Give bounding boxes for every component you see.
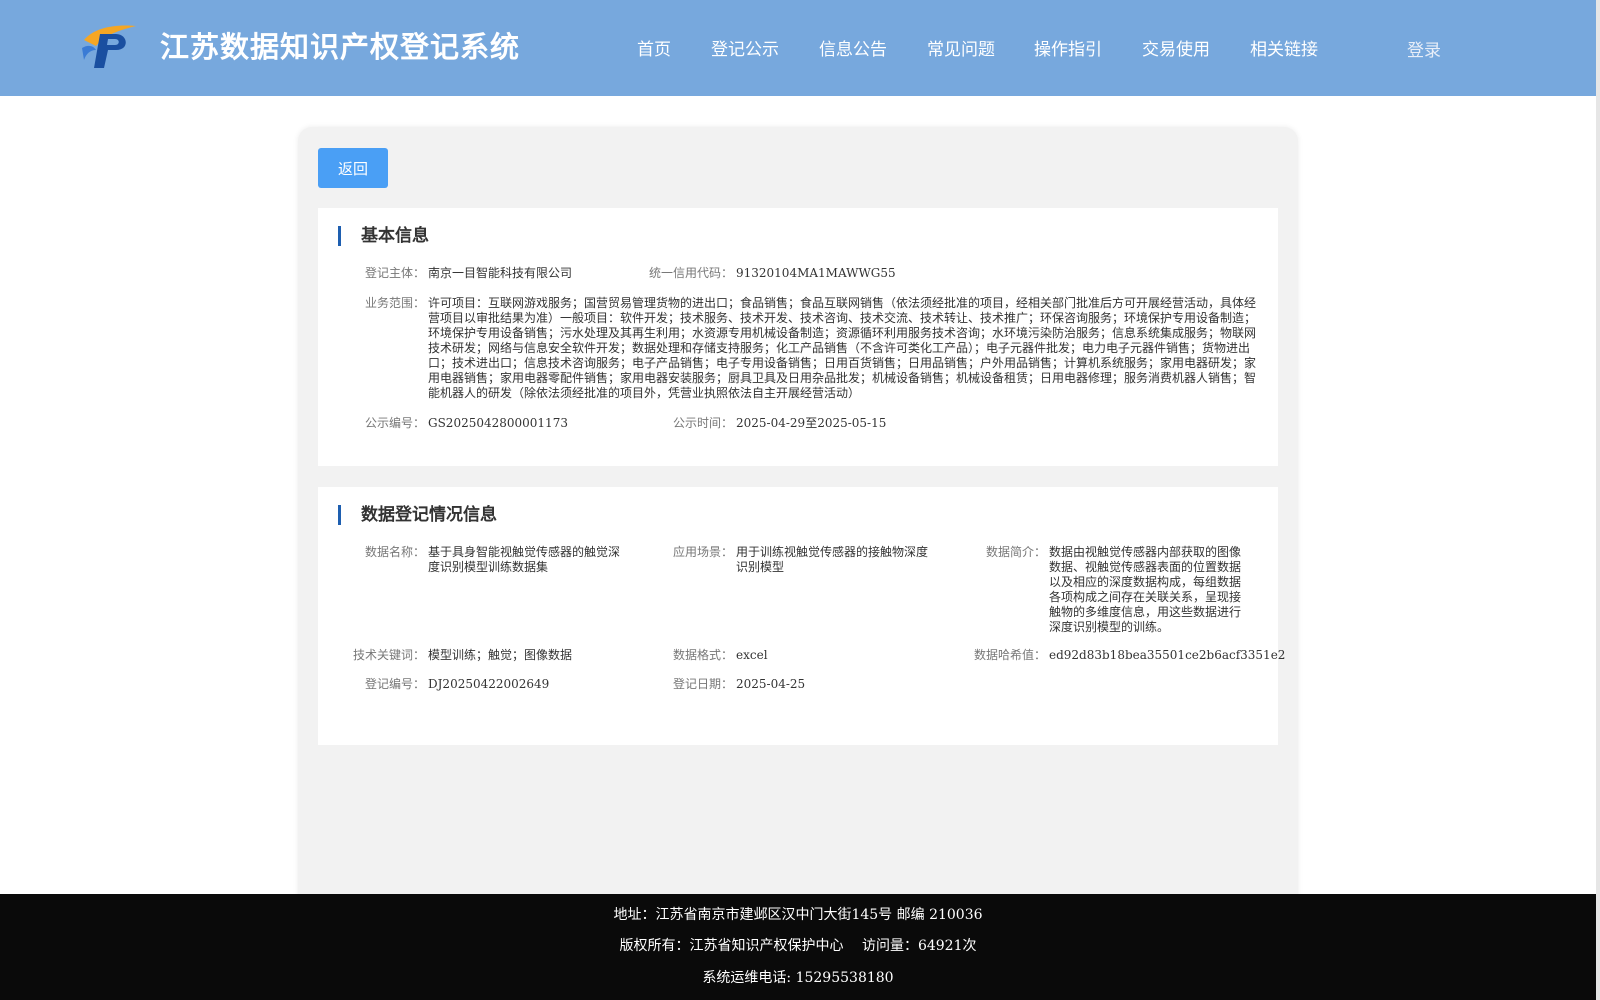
scenario-label: 应用场景： xyxy=(672,545,733,559)
publicity-time-label: 公示时间： xyxy=(672,416,733,430)
hash-label: 数据哈希值： xyxy=(973,648,1046,662)
nav-announcements[interactable]: 信息公告 xyxy=(819,35,887,60)
keywords-label: 技术关键词： xyxy=(352,648,425,662)
registration-date-label: 登记日期： xyxy=(672,677,733,691)
nav-registration-publicity[interactable]: 登记公示 xyxy=(711,35,779,60)
nav-faq[interactable]: 常见问题 xyxy=(927,35,995,60)
nav-trade-use[interactable]: 交易使用 xyxy=(1142,35,1210,60)
data-intro-label: 数据简介： xyxy=(985,545,1046,559)
publicity-no-label: 公示编号： xyxy=(364,416,425,430)
publicity-no-value: GS2025042800001173 xyxy=(428,416,568,430)
data-intro-value: 数据由视触觉传感器内部获取的图像数据、视触觉传感器表面的位置数据以及相应的深度数… xyxy=(1049,545,1242,634)
footer-phone: 系统运维电话: 15295538180 xyxy=(702,970,894,986)
credit-code-label: 统一信用代码： xyxy=(648,266,733,280)
credit-code-value: 91320104MA1MAWWG55 xyxy=(736,266,896,280)
nav-home[interactable]: 首页 xyxy=(637,35,671,60)
nav-related-links[interactable]: 相关链接 xyxy=(1250,35,1318,60)
format-label: 数据格式： xyxy=(672,648,733,662)
entity-label: 登记主体： xyxy=(364,266,425,280)
footer-address: 地址：江苏省南京市建邺区汉中门大街145号 邮编 210036 xyxy=(613,907,983,923)
detail-container: 返回 基本信息 登记主体： 南京一目智能科技有限公司 统一信用代码： 91320… xyxy=(298,127,1298,917)
site-footer: 地址：江苏省南京市建邺区汉中门大街145号 邮编 210036 版权所有：江苏省… xyxy=(0,894,1596,1000)
publicity-time-value: 2025-04-29至2025-05-15 xyxy=(736,416,887,430)
section-title-data: 数据登记情况信息 xyxy=(338,505,497,525)
scenario-value: 用于训练视触觉传感器的接触物深度识别模型 xyxy=(736,545,929,574)
back-button[interactable]: 返回 xyxy=(318,148,388,188)
data-registration-card: 数据登记情况信息 数据名称： 基于具身智能视触觉传感器的触觉深度识别模型训练数据… xyxy=(318,487,1285,745)
scope-label: 业务范围： xyxy=(364,296,425,310)
login-link[interactable]: 登录 xyxy=(1407,36,1441,61)
keywords-value: 模型训练；触觉；图像数据 xyxy=(428,648,573,662)
basic-info-card: 基本信息 登记主体： 南京一目智能科技有限公司 统一信用代码： 91320104… xyxy=(318,208,1278,466)
data-name-label: 数据名称： xyxy=(364,545,425,559)
site-header: 江苏数据知识产权登记系统 首页 登记公示 信息公告 常见问题 操作指引 交易使用… xyxy=(0,0,1596,96)
registration-date-value: 2025-04-25 xyxy=(736,677,806,691)
registration-no-value: DJ20250422002649 xyxy=(428,677,550,691)
hash-value: ed92d83b18bea35501ce2b6acf3351e2 xyxy=(1049,648,1286,662)
page-scrollbar[interactable] xyxy=(1596,0,1600,1000)
registration-no-label: 登记编号： xyxy=(364,677,425,691)
nav-guide[interactable]: 操作指引 xyxy=(1034,35,1102,60)
format-value: excel xyxy=(736,648,768,662)
main-nav: 首页 登记公示 信息公告 常见问题 操作指引 交易使用 相关链接 xyxy=(0,35,1596,61)
scope-value: 许可项目：互联网游戏服务；国营贸易管理货物的进出口；食品销售；食品互联网销售（依… xyxy=(428,296,1257,400)
section-title-basic: 基本信息 xyxy=(338,226,429,246)
entity-value: 南京一目智能科技有限公司 xyxy=(428,266,573,280)
footer-copyright: 版权所有：江苏省知识产权保护中心 访问量：64921次 xyxy=(619,938,977,954)
data-name-value: 基于具身智能视触觉传感器的触觉深度识别模型训练数据集 xyxy=(428,545,621,574)
